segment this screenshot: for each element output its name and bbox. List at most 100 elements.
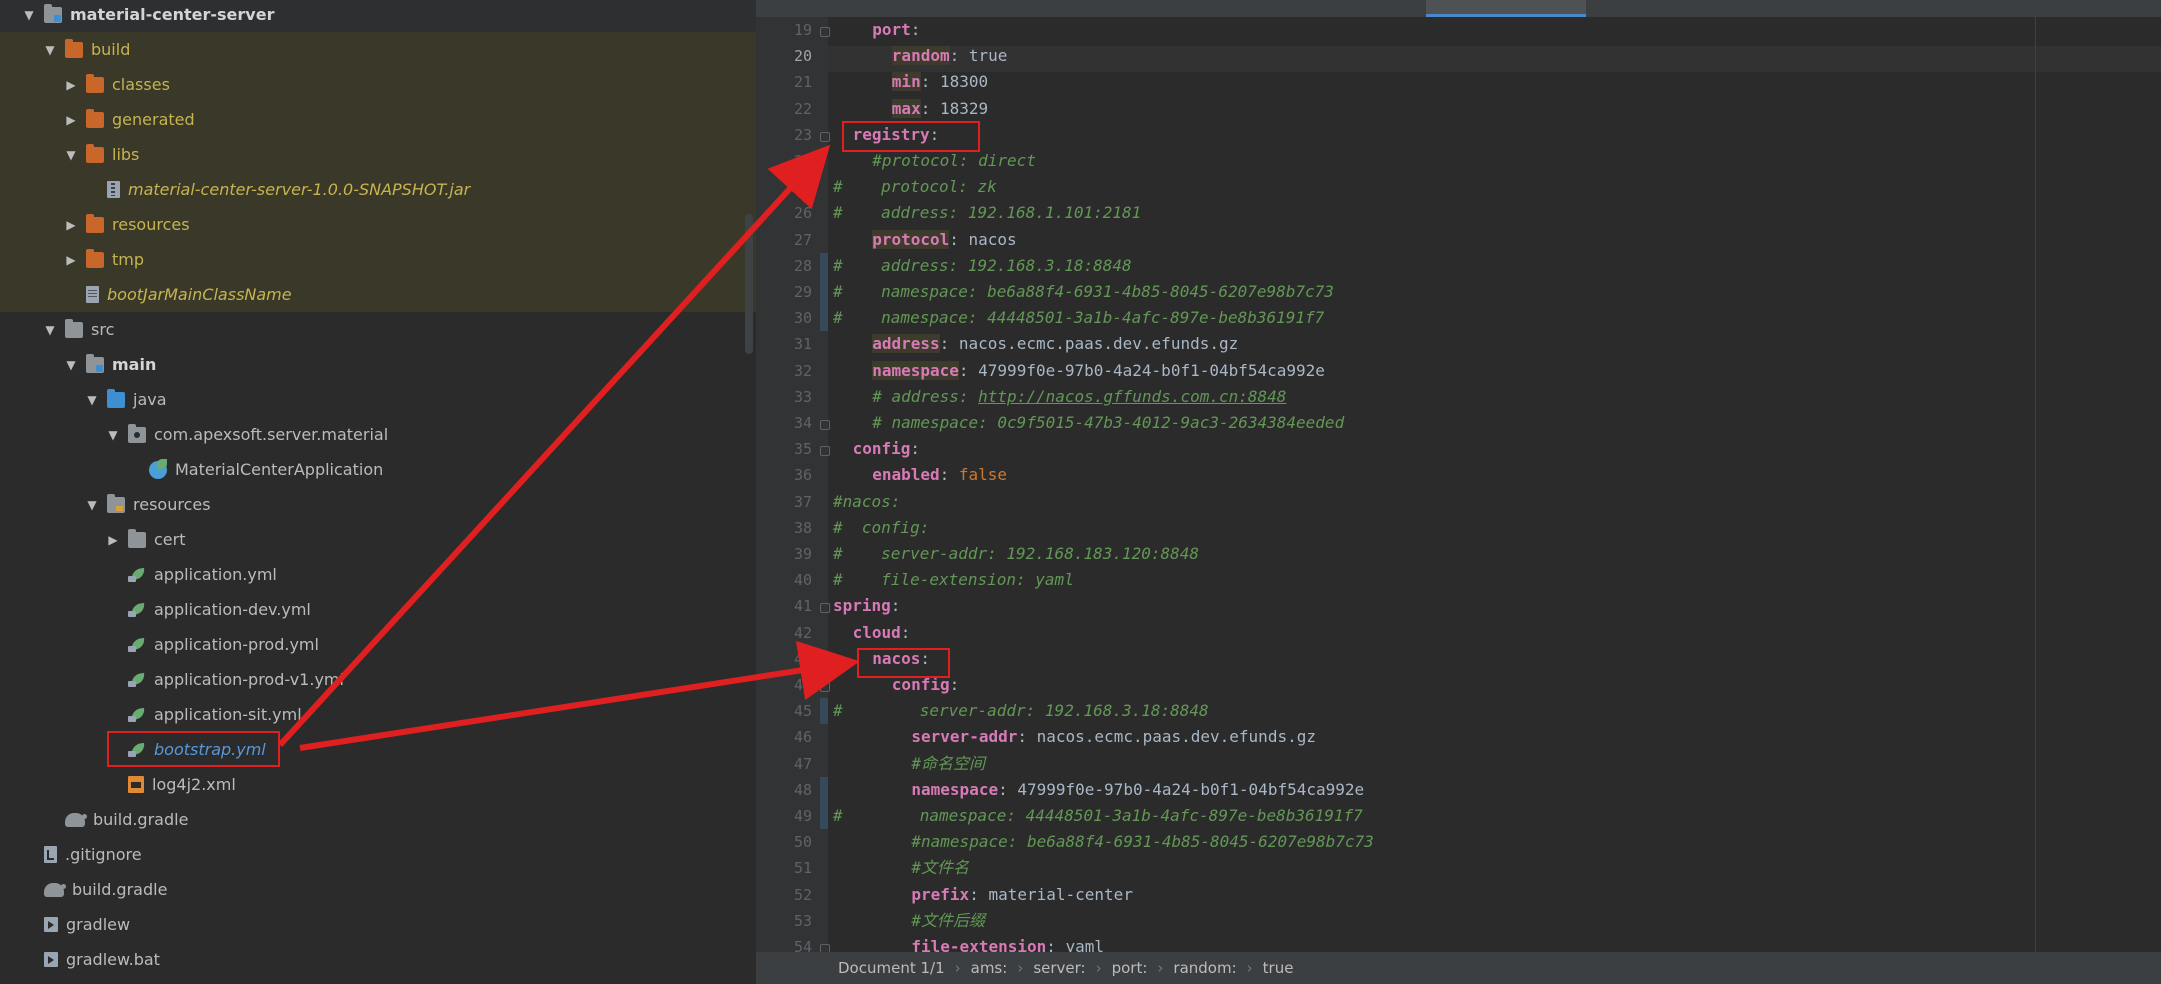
breadcrumb-item[interactable]: server: [1033, 959, 1085, 977]
tree-item[interactable]: ▼ com.apexsoft.server.material [0, 417, 756, 452]
code-line[interactable]: # namespace: 44448501-3a1b-4afc-897e-be8… [833, 803, 1363, 829]
yaml-value: : material-center [969, 884, 1133, 904]
breadcrumb-item[interactable]: ams: [971, 959, 1008, 977]
code-line[interactable]: # file-extension: yaml [833, 567, 1074, 593]
editor-tab[interactable] [1816, 0, 2014, 17]
tree-item[interactable]: application-sit.yml [0, 697, 756, 732]
code-line[interactable]: min: 18300 [891, 69, 988, 95]
tree-item[interactable]: ▶ cert [0, 522, 756, 557]
code-line[interactable]: # protocol: zk [833, 174, 997, 200]
code-line[interactable]: namespace: 47999f0e-97b0-4a24-b0f1-04bf5… [872, 358, 1325, 384]
expand-arrow-open-icon[interactable]: ▼ [85, 393, 99, 407]
expand-arrow-open-icon[interactable]: ▼ [64, 358, 78, 372]
tree-item[interactable]: ▼ resources [0, 487, 756, 522]
fold-marker-icon[interactable] [820, 420, 830, 430]
breadcrumb-item[interactable]: random: [1173, 959, 1236, 977]
code-line[interactable]: # server-addr: 192.168.183.120:8848 [833, 541, 1199, 567]
breadcrumb-item[interactable]: port: [1112, 959, 1148, 977]
breadcrumb-separator-icon: › [1157, 959, 1164, 977]
code-line[interactable]: namespace: 47999f0e-97b0-4a24-b0f1-04bf5… [911, 777, 1364, 803]
editor-tab-active[interactable] [1426, 0, 1586, 17]
expand-arrow-open-icon[interactable]: ▼ [22, 8, 36, 22]
tree-item[interactable]: ▼ material-center-server [0, 0, 756, 32]
code-line[interactable]: cloud: [853, 620, 911, 646]
code-line[interactable]: # address: 192.168.3.18:8848 [833, 253, 1132, 279]
code-line[interactable]: # config: [833, 515, 929, 541]
tree-item[interactable]: ▼ java [0, 382, 756, 417]
expand-arrow-open-icon[interactable]: ▼ [43, 323, 57, 337]
expand-arrow-open-icon[interactable]: ▼ [85, 498, 99, 512]
vcs-change-marker[interactable] [820, 776, 828, 830]
tree-item[interactable]: application-prod-v1.yml [0, 662, 756, 697]
url-link[interactable]: http://nacos.gffunds.com.cn:8848 [978, 387, 1286, 406]
expand-arrow-closed-icon[interactable]: ▶ [64, 113, 78, 127]
editor-tab[interactable] [766, 0, 1084, 17]
tree-item[interactable]: application.yml [0, 557, 756, 592]
tree-item[interactable]: application-prod.yml [0, 627, 756, 662]
editor-tab[interactable] [1606, 0, 1824, 17]
breadcrumb-item[interactable]: true [1263, 959, 1294, 977]
editor-tab[interactable] [2006, 0, 2161, 17]
tree-item[interactable]: ▶ resources [0, 207, 756, 242]
tree-item[interactable]: .gitignore [0, 837, 756, 872]
code-line[interactable]: random: true [891, 43, 1007, 69]
expand-arrow-open-icon[interactable]: ▼ [64, 148, 78, 162]
tree-item[interactable]: application-dev.yml [0, 592, 756, 627]
code-line[interactable]: #文件后缀 [911, 908, 985, 934]
code-line[interactable]: # namespace: be6a88f4-6931-4b85-8045-620… [833, 279, 1334, 305]
code-line[interactable]: #命名空间 [911, 751, 985, 777]
code-line[interactable]: # server-addr: 192.168.3.18:8848 [833, 698, 1209, 724]
tree-item[interactable]: ▼ build [0, 32, 756, 67]
expand-arrow-closed-icon[interactable]: ▶ [64, 218, 78, 232]
code-line[interactable]: # namespace: 44448501-3a1b-4afc-897e-be8… [833, 305, 1324, 331]
code-line[interactable]: port: [872, 17, 920, 43]
fold-marker-icon[interactable] [820, 682, 830, 692]
tree-item[interactable]: material-center-server-1.0.0-SNAPSHOT.ja… [0, 172, 756, 207]
vcs-change-marker[interactable] [820, 698, 828, 725]
code-line[interactable]: address: nacos.ecmc.paas.dev.efunds.gz [872, 331, 1238, 357]
code-line[interactable]: protocol: nacos [872, 227, 1017, 253]
tree-scrollbar[interactable] [745, 214, 753, 354]
code-line[interactable]: #namespace: be6a88f4-6931-4b85-8045-6207… [911, 829, 1373, 855]
code-line[interactable]: prefix: material-center [911, 882, 1133, 908]
fold-marker-icon[interactable] [820, 603, 830, 614]
expand-arrow-closed-icon[interactable]: ▶ [106, 533, 120, 547]
fold-marker-icon[interactable] [820, 446, 830, 457]
expand-arrow-closed-icon[interactable]: ▶ [64, 253, 78, 267]
tree-item[interactable]: ▶ generated [0, 102, 756, 137]
fold-marker-icon[interactable] [820, 27, 830, 37]
tree-item[interactable]: build.gradle [0, 802, 756, 837]
code-line[interactable]: config: [853, 436, 920, 462]
tree-item[interactable]: ▶ classes [0, 67, 756, 102]
spring-yml-icon [128, 568, 146, 582]
vcs-change-marker[interactable] [820, 252, 828, 332]
code-line[interactable]: #nacos: [833, 489, 900, 515]
code-line[interactable]: #文件名 [911, 855, 969, 881]
tree-item[interactable]: ▼ src [0, 312, 756, 347]
breadcrumb-item[interactable]: Document 1/1 [838, 959, 945, 977]
tree-item[interactable]: gradlew.bat [0, 942, 756, 977]
fold-marker-icon[interactable] [820, 655, 830, 666]
code-line[interactable]: spring: [833, 593, 900, 619]
tree-item[interactable]: log4j2.xml [0, 767, 756, 802]
expand-arrow-open-icon[interactable]: ▼ [106, 428, 120, 442]
code-line[interactable]: # namespace: 0c9f5015-47b3-4012-9ac3-263… [872, 410, 1344, 436]
code-line[interactable]: enabled: false [872, 462, 1007, 488]
code-line[interactable]: # address: 192.168.1.101:2181 [833, 200, 1141, 226]
tree-item[interactable]: bootJarMainClassName [0, 277, 756, 312]
code-line[interactable]: max: 18329 [891, 96, 988, 122]
expand-arrow-open-icon[interactable]: ▼ [43, 43, 57, 57]
tree-item[interactable]: ▶ tmp [0, 242, 756, 277]
tree-item[interactable]: ▼ libs [0, 137, 756, 172]
code-line[interactable]: # address: http://nacos.gffunds.com.cn:8… [872, 384, 1286, 410]
tree-item[interactable]: ▼ main [0, 347, 756, 382]
tree-item[interactable]: MaterialCenterApplication [0, 452, 756, 487]
tree-item[interactable]: build.gradle [0, 872, 756, 907]
code-line[interactable]: server-addr: nacos.ecmc.paas.dev.efunds.… [911, 724, 1316, 750]
line-number: 20 [793, 47, 812, 66]
fold-marker-icon[interactable] [820, 131, 830, 142]
expand-arrow-closed-icon[interactable]: ▶ [64, 78, 78, 92]
editor-tab[interactable] [1086, 0, 1404, 17]
tree-item[interactable]: gradlew [0, 907, 756, 942]
line-number-gutter[interactable]: 19 20 21 22 23 24 25 26 27 28 29 30 31 32 33 34 35 36 37 38… [756, 17, 830, 956]
